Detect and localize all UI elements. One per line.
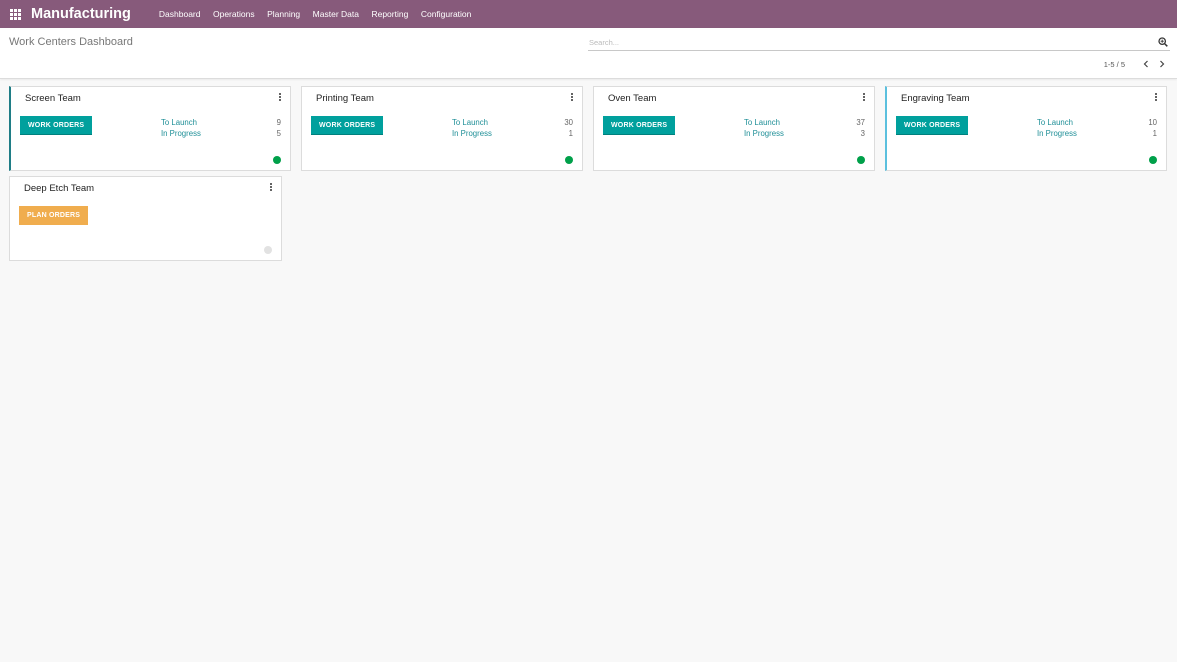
- status-dot[interactable]: [857, 156, 865, 164]
- work-orders-button[interactable]: WORK ORDERS: [311, 116, 384, 135]
- pager-next-button[interactable]: [1157, 59, 1167, 69]
- kebab-menu-icon[interactable]: [277, 93, 283, 103]
- card-title[interactable]: Oven Team: [608, 93, 656, 104]
- pager-previous-button[interactable]: [1141, 59, 1151, 69]
- stat-row: In Progress 1: [452, 128, 573, 139]
- search-input[interactable]: [588, 34, 1148, 48]
- stat-row: To Launch 9: [161, 117, 281, 128]
- to-launch-link[interactable]: To Launch: [452, 117, 488, 128]
- pager: 1-5 / 5: [1104, 59, 1167, 69]
- top-navbar: Manufacturing Dashboard Operations Plann…: [0, 0, 1177, 28]
- stat-row: In Progress 5: [161, 128, 281, 139]
- workcenter-card[interactable]: Screen Team WORK ORDERS To Launch 9 In P…: [9, 86, 291, 171]
- to-launch-count: 10: [1148, 118, 1157, 127]
- work-orders-button[interactable]: WORK ORDERS: [603, 116, 676, 135]
- menu-configuration[interactable]: Configuration: [421, 9, 472, 19]
- card-stats: To Launch 37 In Progress 3: [744, 117, 865, 139]
- status-dot[interactable]: [565, 156, 573, 164]
- app-title[interactable]: Manufacturing: [31, 6, 131, 22]
- chevron-right-icon: [1160, 60, 1165, 68]
- workcenter-card[interactable]: Printing Team WORK ORDERS To Launch 30 I…: [301, 86, 583, 171]
- in-progress-link[interactable]: In Progress: [744, 128, 784, 139]
- in-progress-count: 1: [568, 129, 573, 138]
- stat-row: To Launch 30: [452, 117, 573, 128]
- work-orders-button[interactable]: WORK ORDERS: [896, 116, 969, 135]
- card-title[interactable]: Deep Etch Team: [24, 183, 94, 194]
- to-launch-count: 9: [276, 118, 281, 127]
- workcenter-card[interactable]: Deep Etch Team PLAN ORDERS: [9, 176, 282, 261]
- to-launch-link[interactable]: To Launch: [161, 117, 197, 128]
- chevron-left-icon: [1143, 60, 1148, 68]
- work-orders-button[interactable]: WORK ORDERS: [20, 116, 93, 135]
- card-title[interactable]: Printing Team: [316, 93, 374, 104]
- kebab-menu-icon[interactable]: [861, 93, 867, 103]
- card-title[interactable]: Screen Team: [25, 93, 81, 104]
- card-title[interactable]: Engraving Team: [901, 93, 969, 104]
- workcenter-card[interactable]: Engraving Team WORK ORDERS To Launch 10 …: [885, 86, 1167, 171]
- kanban-view: Screen Team WORK ORDERS To Launch 9 In P…: [0, 79, 1177, 261]
- card-stats: To Launch 30 In Progress 1: [452, 117, 573, 139]
- menu-dashboard[interactable]: Dashboard: [159, 9, 201, 19]
- control-panel: Work Centers Dashboard 1-5 / 5: [0, 28, 1177, 79]
- to-launch-count: 30: [564, 118, 573, 127]
- kebab-menu-icon[interactable]: [268, 183, 274, 193]
- stat-row: In Progress 1: [1037, 128, 1157, 139]
- search-bar: [588, 34, 1170, 51]
- in-progress-link[interactable]: In Progress: [161, 128, 201, 139]
- to-launch-count: 37: [856, 118, 865, 127]
- main-menu: Dashboard Operations Planning Master Dat…: [159, 9, 484, 19]
- card-stats: To Launch 10 In Progress 1: [1037, 117, 1157, 139]
- in-progress-count: 3: [860, 129, 865, 138]
- in-progress-count: 1: [1152, 129, 1157, 138]
- menu-planning[interactable]: Planning: [267, 9, 300, 19]
- to-launch-link[interactable]: To Launch: [744, 117, 780, 128]
- page-title: Work Centers Dashboard: [9, 36, 133, 48]
- status-dot[interactable]: [264, 246, 272, 254]
- stat-row: To Launch 37: [744, 117, 865, 128]
- status-dot[interactable]: [1149, 156, 1157, 164]
- menu-operations[interactable]: Operations: [213, 9, 255, 19]
- stat-row: To Launch 10: [1037, 117, 1157, 128]
- in-progress-count: 5: [276, 129, 281, 138]
- search-icon[interactable]: [1158, 37, 1168, 47]
- kebab-menu-icon[interactable]: [1153, 93, 1159, 103]
- in-progress-link[interactable]: In Progress: [1037, 128, 1077, 139]
- menu-reporting[interactable]: Reporting: [371, 9, 408, 19]
- kebab-menu-icon[interactable]: [569, 93, 575, 103]
- to-launch-link[interactable]: To Launch: [1037, 117, 1073, 128]
- status-dot[interactable]: [273, 156, 281, 164]
- stat-row: In Progress 3: [744, 128, 865, 139]
- apps-menu-icon[interactable]: [0, 0, 30, 28]
- pager-value[interactable]: 1-5 / 5: [1104, 60, 1125, 69]
- plan-orders-button[interactable]: PLAN ORDERS: [19, 206, 89, 225]
- menu-master-data[interactable]: Master Data: [313, 9, 359, 19]
- workcenter-card[interactable]: Oven Team WORK ORDERS To Launch 37 In Pr…: [593, 86, 875, 171]
- card-stats: To Launch 9 In Progress 5: [161, 117, 281, 139]
- in-progress-link[interactable]: In Progress: [452, 128, 492, 139]
